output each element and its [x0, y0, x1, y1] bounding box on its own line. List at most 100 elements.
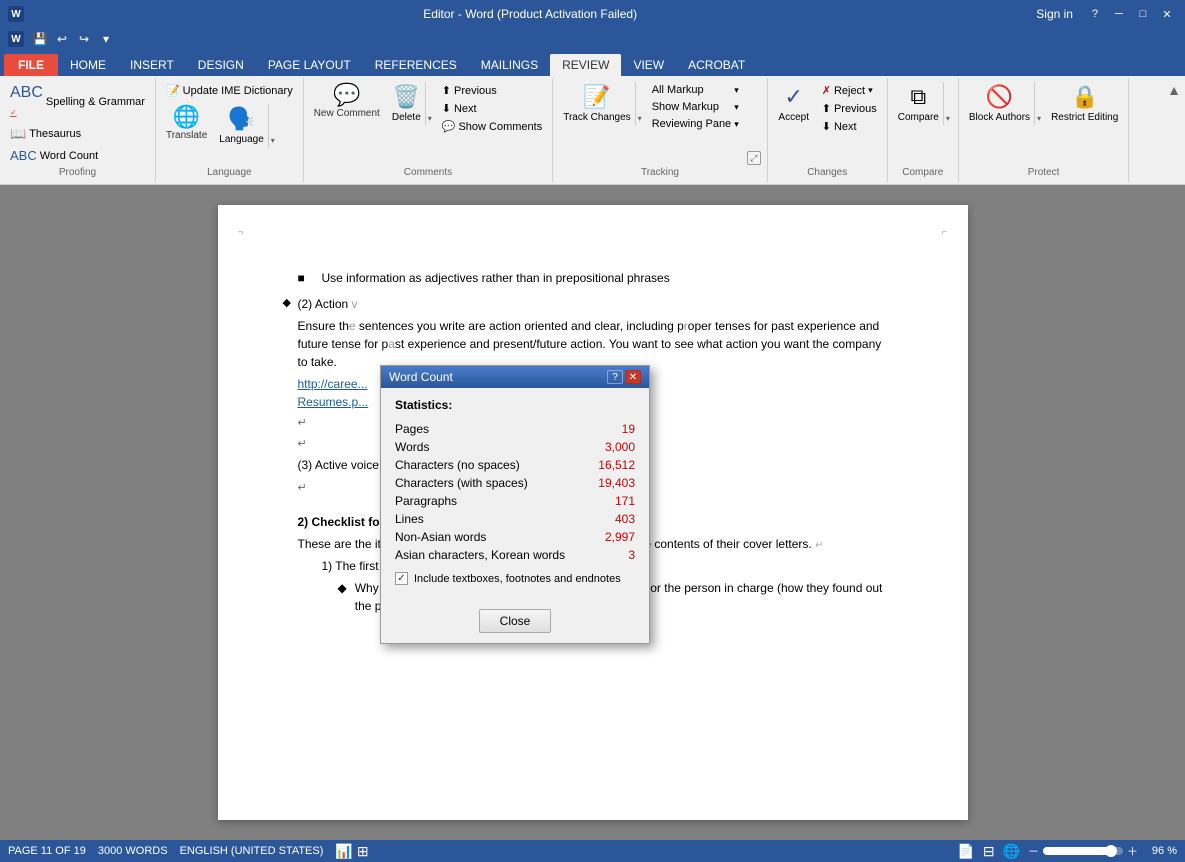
translate-label: Translate: [166, 130, 207, 142]
thesaurus-button[interactable]: 📖 Thesaurus: [6, 124, 85, 144]
stats-row-pages: Pages 19: [395, 420, 635, 438]
minimize-button[interactable]: ─: [1109, 6, 1129, 22]
help-button[interactable]: ?: [1085, 6, 1105, 22]
title-bar: W Editor - Word (Product Activation Fail…: [0, 0, 1185, 28]
view-web-icon[interactable]: 🌐: [1003, 843, 1020, 860]
undo-quick-btn[interactable]: ↩: [52, 30, 72, 48]
update-ime-button[interactable]: 📝 Update IME Dictionary: [162, 82, 297, 99]
delete-dropdown-arrow[interactable]: ▾: [425, 82, 434, 125]
action-intro: (2) Action: [298, 297, 352, 311]
ribbon-group-proofing: ABC✓ Spelling & Grammar 📖 Thesaurus ABC …: [0, 78, 156, 182]
block-authors-main[interactable]: 🚫 Block Authors: [965, 82, 1034, 125]
zoom-out-button[interactable]: －: [1028, 843, 1039, 859]
previous-change-label: Previous: [834, 103, 877, 115]
doc-content-block1: ■ Use information as adjectives rather t…: [298, 269, 888, 287]
block-authors-arrow[interactable]: ▾: [1034, 82, 1043, 125]
previous-comment-label: Previous: [454, 85, 497, 97]
reject-button[interactable]: ✗ Reject ▾: [818, 82, 881, 99]
qa-dropdown-btn[interactable]: ▾: [96, 30, 116, 48]
non-asian-value: 2,997: [605, 530, 635, 544]
translate-button[interactable]: 🌐 Translate: [162, 104, 211, 147]
spelling-grammar-button[interactable]: ABC✓ Spelling & Grammar: [6, 82, 149, 122]
ribbon-group-comments: 💬 New Comment 🗑️ Delete ▾ ⬆ Previous: [304, 78, 554, 182]
reviewing-pane-button[interactable]: Reviewing Pane ▾: [648, 116, 743, 132]
previous-comment-button[interactable]: ⬆ Previous: [438, 82, 546, 99]
close-dialog-button[interactable]: Close: [479, 609, 552, 633]
asian-label: Asian characters, Korean words: [395, 548, 565, 562]
chars-spaces-label: Characters (with spaces): [395, 476, 528, 490]
new-comment-icon: 💬: [333, 84, 360, 106]
thesaurus-icon: 📖: [10, 126, 26, 142]
tab-review[interactable]: REVIEW: [550, 54, 621, 76]
accept-button[interactable]: ✓ Accept: [774, 82, 814, 125]
tab-acrobat[interactable]: ACROBAT: [676, 54, 757, 76]
accept-label: Accept: [778, 112, 809, 123]
compare-button[interactable]: ⧉ Compare ▾: [894, 82, 952, 125]
comment-nav-col: ⬆ Previous ⬇ Next 💬 Show Comments: [438, 82, 546, 135]
all-markup-dropdown[interactable]: ▾: [734, 85, 739, 96]
include-textboxes-row: Include textboxes, footnotes and endnote…: [395, 572, 635, 585]
tab-insert[interactable]: INSERT: [118, 54, 186, 76]
view-normal-icon[interactable]: 📄: [957, 843, 974, 860]
dialog-help-button[interactable]: ?: [607, 370, 623, 384]
tab-design[interactable]: DESIGN: [186, 54, 256, 76]
zoom-thumb[interactable]: [1105, 845, 1117, 857]
view-layout-icon[interactable]: ⊟: [983, 843, 995, 860]
track-changes-button[interactable]: 📝 Track Changes ▾: [559, 82, 643, 125]
reject-dropdown[interactable]: ▾: [868, 85, 873, 96]
update-ime-label: Update IME Dictionary: [183, 85, 293, 97]
tab-references[interactable]: REFERENCES: [363, 54, 469, 76]
include-textboxes-checkbox[interactable]: [395, 572, 408, 585]
lines-label: Lines: [395, 512, 424, 526]
close-button[interactable]: ✕: [1157, 6, 1177, 22]
layout-icon: ⊞: [357, 843, 369, 860]
zoom-in-button[interactable]: ＋: [1127, 843, 1138, 859]
language-button[interactable]: 🗣️ Language ▾: [215, 104, 277, 147]
statistics-title: Statistics:: [395, 398, 635, 412]
next-comment-button[interactable]: ⬇ Next: [438, 100, 546, 117]
tracking-expand-button[interactable]: ⤢: [747, 151, 761, 165]
sign-in-link[interactable]: Sign in: [1036, 7, 1073, 21]
title-text: Editor - Word (Product Activation Failed…: [423, 7, 637, 21]
delete-comment-main[interactable]: 🗑️ Delete: [388, 82, 425, 125]
language-main[interactable]: 🗣️ Language: [215, 104, 268, 147]
reviewing-pane-label: Reviewing Pane: [652, 118, 732, 130]
zoom-slider[interactable]: [1043, 847, 1123, 855]
next-change-button[interactable]: ⬇ Next: [818, 118, 881, 135]
show-comments-icon: 💬: [442, 120, 456, 133]
stats-row-words: Words 3,000: [395, 438, 635, 456]
word-icon-small: W: [8, 31, 24, 47]
tab-view[interactable]: VIEW: [621, 54, 676, 76]
next-comment-label: Next: [454, 103, 477, 115]
language-dropdown-arrow[interactable]: ▾: [268, 104, 277, 147]
show-markup-button[interactable]: Show Markup ▾: [648, 99, 743, 115]
all-markup-button[interactable]: All Markup ▾: [648, 82, 743, 98]
ribbon-collapse-button[interactable]: ▲: [1167, 82, 1181, 98]
tab-pagelayout[interactable]: PAGE LAYOUT: [256, 54, 363, 76]
restrict-editing-button[interactable]: 🔒 Restrict Editing: [1047, 82, 1122, 125]
word-count-button[interactable]: ABC Word Count: [6, 146, 102, 165]
previous-change-button[interactable]: ⬆ Previous: [818, 100, 881, 117]
show-markup-dropdown[interactable]: ▾: [734, 102, 739, 113]
new-comment-label: New Comment: [314, 108, 380, 120]
redo-quick-btn[interactable]: ↪: [74, 30, 94, 48]
tab-file[interactable]: FILE: [4, 54, 58, 76]
reviewing-pane-dropdown[interactable]: ▾: [734, 119, 739, 130]
chars-no-spaces-label: Characters (no spaces): [395, 458, 520, 472]
tab-home[interactable]: HOME: [58, 54, 118, 76]
new-comment-button[interactable]: 💬 New Comment: [310, 82, 384, 122]
dialog-close-x-button[interactable]: ✕: [625, 370, 641, 384]
tab-mailings[interactable]: MAILINGS: [469, 54, 550, 76]
track-changes-arrow[interactable]: ▾: [635, 82, 644, 125]
compare-main[interactable]: ⧉ Compare: [894, 82, 943, 125]
compare-dropdown-arrow[interactable]: ▾: [943, 82, 952, 125]
block-authors-button[interactable]: 🚫 Block Authors ▾: [965, 82, 1043, 125]
track-changes-main[interactable]: 📝 Track Changes: [559, 82, 634, 125]
restore-button[interactable]: □: [1133, 6, 1153, 22]
delete-comment-button[interactable]: 🗑️ Delete ▾: [388, 82, 434, 125]
include-textboxes-label: Include textboxes, footnotes and endnote…: [414, 573, 621, 585]
save-quick-btn[interactable]: 💾: [30, 30, 50, 48]
show-comments-button[interactable]: 💬 Show Comments: [438, 118, 546, 135]
page-indicator: PAGE 11 OF 19: [8, 845, 86, 857]
pages-label: Pages: [395, 422, 429, 436]
